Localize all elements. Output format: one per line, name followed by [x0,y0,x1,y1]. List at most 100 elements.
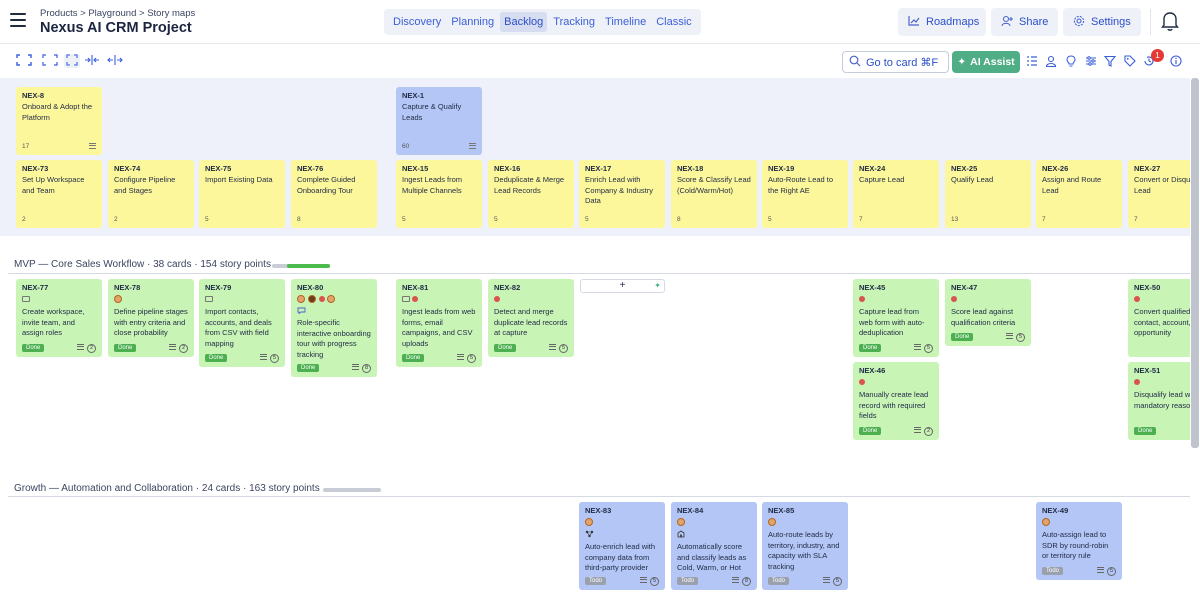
avatar [1042,518,1050,527]
card-points: 5 [768,216,772,223]
activity-card[interactable]: NEX-73 Set Up Workspace and Team 2 [16,160,102,228]
story-card[interactable]: NEX-46 Manually create lead record with … [853,362,939,440]
story-card[interactable]: NEX-51 Disqualify lead with mandatory re… [1128,362,1190,440]
story-points: 5 [924,344,933,353]
expand-all-icon[interactable] [16,54,32,68]
story-points: 2 [87,344,96,353]
activity-card[interactable]: NEX-26 Assign and Route Lead 7 [1036,160,1122,228]
avatar [768,518,776,527]
goal-card[interactable]: NEX-8 Onboard & Adopt the Platform 17 [16,87,102,155]
compress-horizontal-icon[interactable] [84,54,100,68]
card-id: NEX-77 [22,283,49,292]
bug-icon [859,379,865,386]
tab-timeline[interactable]: Timeline [601,12,650,32]
story-card[interactable]: NEX-45 Capture lead from web form with a… [853,279,939,357]
tab-backlog[interactable]: Backlog [500,12,548,32]
release-progress-growth [323,488,381,492]
activity-card[interactable]: NEX-15 Ingest Leads from Multiple Channe… [396,160,482,228]
card-id: NEX-74 [114,164,141,173]
story-card[interactable]: NEX-78 Define pipeline stages with entry… [108,279,194,357]
release-divider [8,273,1190,274]
card-body: Disqualify lead with mandatory reason co… [1134,390,1190,410]
activity-card[interactable]: NEX-17 Enrich Lead with Company & Indust… [579,160,665,228]
activity-card[interactable]: NEX-27 Convert or Disqualify Lead 7 [1128,160,1190,228]
story-card[interactable]: NEX-81 Ingest leads from web forms, emai… [396,279,482,367]
card-title: Complete Guided Onboarding Tour [297,175,356,195]
story-card[interactable]: NEX-49 Auto-assign lead to SDR by round-… [1036,502,1122,580]
top-header: Products > Playground > Story maps Nexus… [0,0,1200,44]
story-points: 5 [1016,333,1025,342]
activity-card[interactable]: NEX-76 Complete Guided Onboarding Tour 8 [291,160,377,228]
activity-card[interactable]: NEX-16 Deduplicate & Merge Lead Records … [488,160,574,228]
card-body: Auto-enrich lead with company data from … [585,542,656,572]
breadcrumb[interactable]: Products > Playground > Story maps [40,8,195,19]
story-points: 5 [650,577,659,586]
description-icon [823,576,830,585]
activity-card[interactable]: NEX-74 Configure Pipeline and Stages 2 [108,160,194,228]
card-id: NEX-45 [859,283,886,292]
activity-card[interactable]: NEX-24 Capture Lead 7 [853,160,939,228]
menu-icon[interactable] [10,13,26,27]
add-card-button[interactable]: + ✦ [580,279,665,293]
view-tabs: Discovery Planning Backlog Tracking Time… [384,9,701,35]
story-card[interactable]: NEX-79 Import contacts, accounts, and de… [199,279,285,367]
story-card[interactable]: NEX-50 Convert qualified lead to contact… [1128,279,1190,357]
go-to-card-button[interactable]: Go to card ⌘F [842,51,949,73]
person-icon[interactable] [1045,55,1057,69]
story-card[interactable]: NEX-77 Create workspace, invite team, an… [16,279,102,357]
description-icon [732,576,739,585]
card-id: NEX-78 [114,283,141,292]
fit-view-icon[interactable] [64,54,80,68]
story-card[interactable]: NEX-83 Auto-enrich lead with company dat… [579,502,665,590]
release-label-mvp[interactable]: MVP — Core Sales Workflow · 38 cards · 1… [14,259,271,270]
share-button[interactable]: Share [991,8,1058,36]
tab-classic[interactable]: Classic [652,12,695,32]
activity-card[interactable]: NEX-18 Score & Classify Lead (Cold/Warm/… [671,160,757,228]
activity-card[interactable]: NEX-25 Qualify Lead 13 [945,160,1031,228]
card-title: Capture & Qualify Leads [402,102,462,122]
story-card[interactable]: NEX-85 Auto-route leads by territory, in… [762,502,848,590]
goal-card[interactable]: NEX-1 Capture & Qualify Leads 60 [396,87,482,155]
tab-tracking[interactable]: Tracking [549,12,599,32]
add-card-label: + [619,280,626,291]
story-card[interactable]: NEX-82 Detect and merge duplicate lead r… [488,279,574,357]
story-card[interactable]: NEX-47 Score lead against qualification … [945,279,1031,346]
document-icon [402,296,410,303]
card-points: 60 [402,143,410,150]
settings-button[interactable]: Settings [1063,8,1141,36]
tag-icon[interactable] [1124,55,1136,69]
list-icon[interactable] [1026,55,1038,69]
description-icon [469,142,476,151]
sparkle-icon[interactable]: ✦ [654,280,661,292]
card-id: NEX-73 [22,164,49,173]
bell-icon[interactable] [1160,10,1182,34]
roadmaps-button[interactable]: Roadmaps [898,8,986,36]
lightbulb-icon[interactable] [1066,55,1076,69]
card-body: Automatically score and classify leads a… [677,542,747,572]
filter-icon[interactable] [1103,55,1117,69]
tab-discovery[interactable]: Discovery [389,12,445,32]
card-id: NEX-51 [1134,366,1161,375]
card-points: 2 [22,216,26,223]
tab-planning[interactable]: Planning [447,12,498,32]
vertical-scrollbar[interactable] [1191,78,1199,448]
info-icon[interactable] [1170,55,1182,69]
sliders-icon[interactable] [1085,55,1097,69]
activity-card[interactable]: NEX-19 Auto-Route Lead to the Right AE 5 [762,160,848,228]
expand-horizontal-icon[interactable] [107,54,123,68]
gear-icon [1073,15,1085,30]
card-points: 8 [677,216,681,223]
sparkle-icon: ✦ [957,56,967,68]
card-id: NEX-24 [859,164,886,173]
card-id: NEX-84 [677,506,704,515]
story-card[interactable]: NEX-84 Automatically score and classify … [671,502,757,590]
card-body: Create workspace, invite team, and assig… [22,307,85,337]
ai-assist-button[interactable]: ✦ AI Assist [952,51,1020,73]
collapse-icon[interactable] [42,54,58,68]
release-label-growth[interactable]: Growth — Automation and Collaboration · … [14,483,320,494]
story-card[interactable]: NEX-80 Role-specific interactive onboard… [291,279,377,377]
description-icon [549,343,556,352]
card-points: 17 [22,143,30,150]
activity-card[interactable]: NEX-75 Import Existing Data 5 [199,160,285,228]
card-body: Role-specific interactive onboarding tou… [297,318,371,359]
